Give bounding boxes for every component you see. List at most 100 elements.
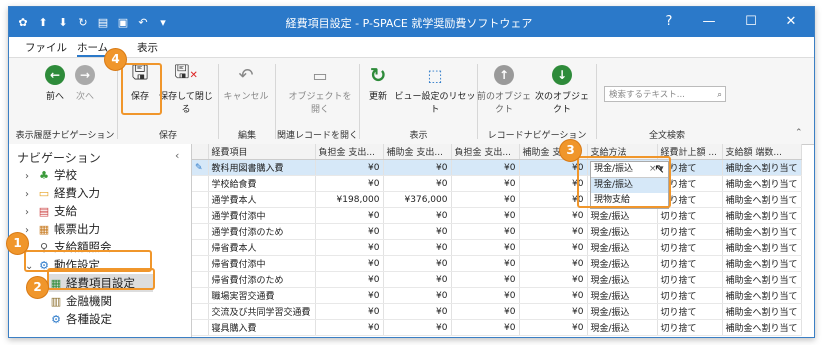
table-row[interactable]: 通学費付添中 ¥0 ¥0 ¥0 ¥0 現金/振込 切り捨て 補助金へ割り当て	[192, 207, 802, 224]
column-header[interactable]: 負担金 支出...	[315, 144, 384, 160]
table-cell[interactable]: ¥0	[451, 191, 520, 208]
table-row[interactable]: 帰省費付添のため ¥0 ¥0 ¥0 ¥0 現金/振込 切り捨て 補助金へ割り当て	[192, 271, 802, 288]
table-row[interactable]: 交流及び共同学習交通費 ¥0 ¥0 ¥0 ¥0 現金/振込 切り捨て 補助金へ割り当て	[192, 303, 802, 320]
table-row[interactable]: 職場実習交通費 ¥0 ¥0 ¥0 ¥0 現金/振込 切り捨て 補助金へ割り当て	[192, 287, 802, 304]
table-cell[interactable]: ¥0	[315, 287, 384, 304]
table-row[interactable]: 通学費本人¥198,000¥376,000¥0¥0現金/振込切り捨て補助金へ割り…	[192, 191, 802, 208]
table-row[interactable]: 帰省費本人 ¥0 ¥0 ¥0 ¥0 現金/振込 切り捨て 補助金へ割り当て	[192, 239, 802, 256]
table-cell[interactable]: ¥0	[315, 255, 384, 272]
column-header[interactable]: 経費項目	[208, 144, 316, 160]
up-icon[interactable]: ⬆	[35, 14, 51, 30]
table-cell[interactable]: ¥0	[519, 207, 588, 224]
nav-item-various-settings[interactable]: ⚙ 各種設定	[49, 310, 112, 328]
table-cell[interactable]: ¥0	[383, 303, 452, 320]
table-cell[interactable]: 現金/振込	[587, 303, 658, 320]
table-cell[interactable]: ¥0	[383, 287, 452, 304]
refresh-icon[interactable]: ↻	[75, 14, 91, 30]
table-cell[interactable]: 現金/振込	[587, 319, 658, 336]
table-cell[interactable]: 補助金へ割り当て	[722, 319, 802, 336]
table-cell[interactable]: ¥376,000	[383, 191, 452, 208]
table-cell[interactable]: 切り捨て	[657, 207, 723, 224]
table-cell[interactable]: ¥0	[451, 239, 520, 256]
table-cell[interactable]: 教科用図書購入費	[208, 159, 316, 176]
table-cell[interactable]: ¥0	[383, 319, 452, 336]
table-cell[interactable]: 補助金へ割り当て	[722, 287, 802, 304]
customize-dropdown-icon[interactable]: ▾	[155, 14, 171, 30]
table-cell[interactable]: ¥0	[315, 223, 384, 240]
table-cell[interactable]: 補助金へ割り当て	[722, 239, 802, 256]
cancel-button[interactable]: ↶ キャンセル	[223, 64, 269, 103]
table-cell[interactable]: 現金/振込	[587, 207, 658, 224]
table-cell[interactable]: ¥0	[451, 303, 520, 320]
search-input[interactable]: 検索するテキスト... ⌕	[604, 86, 726, 102]
table-row[interactable]: 寝具購入費 ¥0 ¥0 ¥0 ¥0 現金/振込 切り捨て 補助金へ割り当て	[192, 319, 802, 336]
table-cell[interactable]: ¥0	[519, 287, 588, 304]
table-cell[interactable]: ¥0	[451, 175, 520, 192]
table-cell[interactable]: 現金/振込	[587, 287, 658, 304]
table-cell[interactable]: ¥0	[519, 255, 588, 272]
menu-home[interactable]: ホーム	[77, 40, 109, 57]
table-cell[interactable]: ¥0	[315, 175, 384, 192]
table-cell[interactable]: 帰省費本人	[208, 239, 316, 256]
table-cell[interactable]: ¥0	[451, 319, 520, 336]
table-cell[interactable]: 切り捨て	[657, 319, 723, 336]
prev-object-button[interactable]: ↑ 前のオブジェクト	[477, 64, 531, 115]
table-cell[interactable]: 補助金へ割り当て	[722, 271, 802, 288]
table-cell[interactable]: 補助金へ割り当て	[722, 303, 802, 320]
column-header[interactable]: 補助金 支出...	[383, 144, 452, 160]
table-cell[interactable]: 切り捨て	[657, 303, 723, 320]
table-cell[interactable]: ¥0	[451, 255, 520, 272]
table-cell[interactable]: 現金/振込	[587, 271, 658, 288]
table-row[interactable]: 帰省費付添中 ¥0 ¥0 ¥0 ¥0 現金/振込 切り捨て 補助金へ割り当て	[192, 255, 802, 272]
table-cell[interactable]: 職場実習交通費	[208, 287, 316, 304]
table-cell[interactable]: 切り捨て	[657, 271, 723, 288]
table-cell[interactable]: ¥0	[315, 319, 384, 336]
table-cell[interactable]: ¥0	[315, 159, 384, 176]
table-cell[interactable]: 通学費付添中	[208, 207, 316, 224]
down-icon[interactable]: ⬇	[55, 14, 71, 30]
table-cell[interactable]: 帰省費付添中	[208, 255, 316, 272]
table-row[interactable]: 通学費付添のため ¥0 ¥0 ¥0 ¥0 現金/振込 切り捨て 補助金へ割り当て	[192, 223, 802, 240]
table-cell[interactable]: ¥0	[519, 319, 588, 336]
table-cell[interactable]: ¥0	[315, 239, 384, 256]
refresh-button[interactable]: ↻ 更新	[363, 63, 393, 102]
table-cell[interactable]: ¥0	[451, 271, 520, 288]
table-cell[interactable]: 現金/振込	[587, 239, 658, 256]
table-cell[interactable]: ¥0	[315, 303, 384, 320]
close-button[interactable]: ✕	[771, 11, 811, 33]
prev-button[interactable]: ← 前へ	[41, 64, 69, 102]
table-cell[interactable]: 学校給食費	[208, 175, 316, 192]
table-cell[interactable]: 現金/振込	[587, 223, 658, 240]
maximize-button[interactable]: ☐	[731, 11, 771, 33]
save-close-button[interactable]: 🖫 ✕ 保存して閉じる	[159, 62, 213, 115]
table-cell[interactable]: ¥0	[519, 271, 588, 288]
table-cell[interactable]: 補助金へ割り当て	[722, 191, 802, 208]
table-cell[interactable]: ¥0	[451, 287, 520, 304]
table-cell[interactable]: ¥0	[315, 271, 384, 288]
table-cell[interactable]: ¥0	[519, 223, 588, 240]
nav-item-payment[interactable]: › ▤ 支給	[25, 202, 77, 220]
nav-item-financial-institutions[interactable]: ▥ 金融機関	[49, 292, 112, 310]
table-cell[interactable]: ¥0	[383, 175, 452, 192]
next-object-button[interactable]: ↓ 次のオブジェクト	[533, 64, 591, 115]
table-cell[interactable]: 現金/振込	[587, 255, 658, 272]
reset-view-button[interactable]: ⬚ ビュー設定のリセット	[394, 64, 476, 116]
table-cell[interactable]: 補助金へ割り当て	[722, 207, 802, 224]
table-cell[interactable]: 寝具購入費	[208, 319, 316, 336]
print-icon[interactable]: ▤	[95, 14, 111, 30]
table-cell[interactable]: 切り捨て	[657, 287, 723, 304]
collapse-nav-icon[interactable]: ‹	[175, 149, 179, 162]
table-cell[interactable]: ¥0	[519, 303, 588, 320]
menu-file[interactable]: ファイル	[25, 40, 67, 55]
table-cell[interactable]: ¥0	[519, 239, 588, 256]
collapse-ribbon-icon[interactable]: ⌃	[795, 128, 803, 138]
table-cell[interactable]: 補助金へ割り当て	[722, 255, 802, 272]
table-row[interactable]: 学校給食費¥0¥0¥0¥0現金/振込切り捨て補助金へ割り当て	[192, 175, 802, 192]
column-header[interactable]: 支給額 端数...	[722, 144, 802, 160]
menu-view[interactable]: 表示	[137, 40, 158, 55]
table-cell[interactable]: 補助金へ割り当て	[722, 223, 802, 240]
column-header[interactable]: 負担金 支出...	[451, 144, 520, 160]
table-cell[interactable]: 帰省費付添のため	[208, 271, 316, 288]
undo-icon[interactable]: ↶	[135, 14, 151, 30]
table-cell[interactable]: 補助金へ割り当て	[722, 159, 802, 176]
